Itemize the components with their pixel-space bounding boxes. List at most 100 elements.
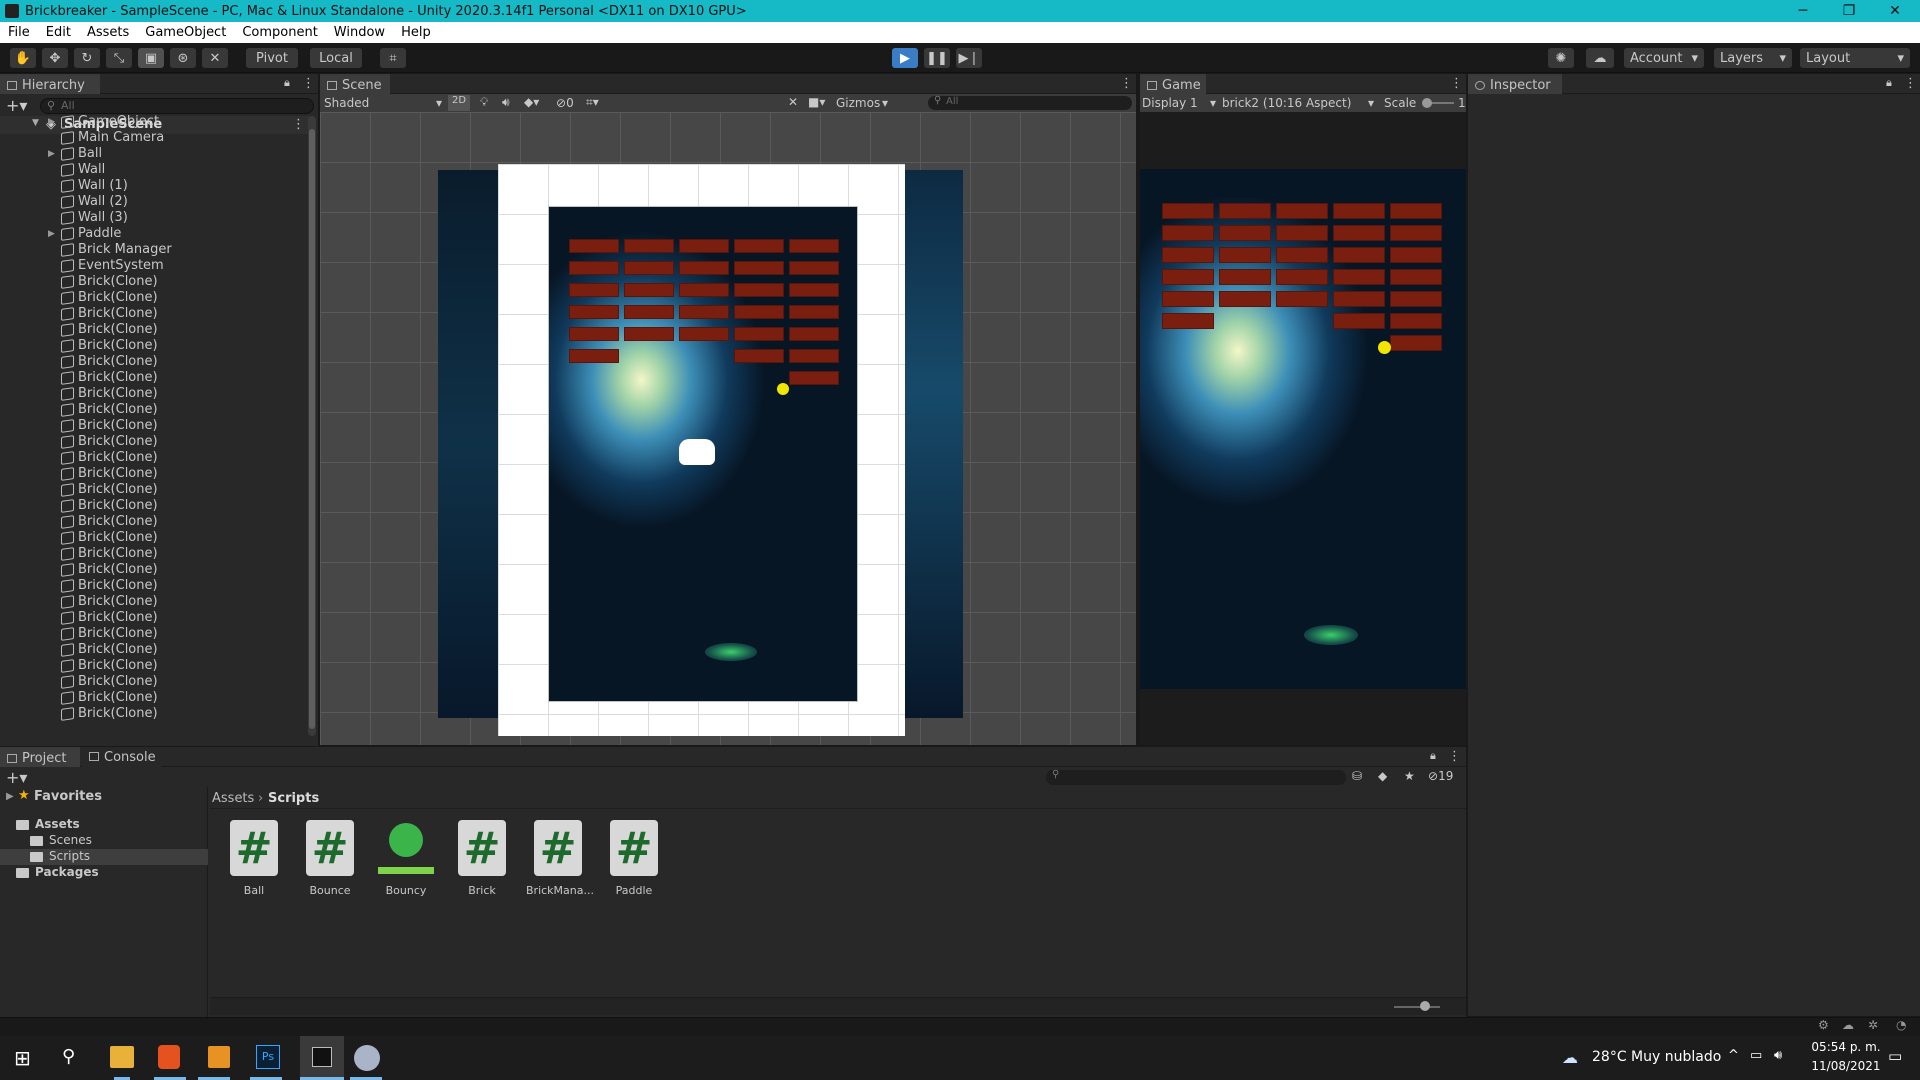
create-asset-button[interactable]: +▾: [6, 768, 27, 787]
more-options-icon[interactable]: ⋮: [302, 76, 315, 91]
pivot-toggle[interactable]: Pivot: [246, 48, 298, 68]
menu-component[interactable]: Component: [234, 25, 325, 40]
cloud-status-icon[interactable]: ☁: [1842, 1018, 1854, 1032]
hierarchy-item[interactable]: Brick(Clone): [0, 642, 310, 658]
hierarchy-item[interactable]: Brick(Clone): [0, 546, 310, 562]
more-options-icon[interactable]: ⋮: [1450, 76, 1463, 91]
hierarchy-item[interactable]: Wall: [0, 162, 310, 178]
local-toggle[interactable]: Local: [310, 48, 362, 68]
collab-status-icon[interactable]: ⚙: [1818, 1018, 1829, 1032]
maximize-button[interactable]: ❐: [1826, 0, 1872, 22]
hierarchy-item[interactable]: Wall (2): [0, 194, 310, 210]
pause-button[interactable]: ❚❚: [924, 48, 950, 68]
hierarchy-item[interactable]: Brick(Clone): [0, 706, 310, 722]
hierarchy-item[interactable]: ▶ Ball: [0, 146, 310, 162]
camera-icon[interactable]: ■▾: [808, 95, 825, 109]
hierarchy-item[interactable]: Brick(Clone): [0, 690, 310, 706]
hidden-objects-icon[interactable]: ⊘0: [556, 96, 574, 110]
display-dropdown[interactable]: Display 1 ▾: [1142, 96, 1216, 110]
audio-icon[interactable]: 🔊︎: [502, 95, 510, 110]
tab-scene[interactable]: Scene: [320, 74, 390, 94]
brave-browser-icon[interactable]: [158, 1045, 180, 1069]
hierarchy-item[interactable]: Wall (1): [0, 178, 310, 194]
menu-gameobject[interactable]: GameObject: [137, 25, 234, 40]
scene-search-input[interactable]: ⚲ All: [928, 95, 1132, 110]
weather-cloud-icon[interactable]: ☁: [1562, 1048, 1578, 1067]
hierarchy-item[interactable]: Brick(Clone): [0, 434, 310, 450]
move-tool-icon[interactable]: ✥: [42, 48, 68, 68]
hidden-packages-toggle[interactable]: ⊘19: [1428, 769, 1453, 783]
hierarchy-item[interactable]: Brick(Clone): [0, 354, 310, 370]
scene-paddle-ufo[interactable]: [705, 643, 757, 661]
project-search-input[interactable]: ⚲: [1046, 769, 1346, 785]
notifications-icon[interactable]: ▭: [1888, 1047, 1902, 1065]
expand-arrow-icon[interactable]: ▶: [48, 146, 55, 162]
hierarchy-item[interactable]: Brick(Clone): [0, 274, 310, 290]
lighting-icon[interactable]: 💡︎: [480, 95, 488, 110]
minimize-button[interactable]: ─: [1780, 0, 1826, 22]
hierarchy-item[interactable]: Brick(Clone): [0, 386, 310, 402]
transform-tool-icon[interactable]: ⊛: [170, 48, 196, 68]
hierarchy-item[interactable]: Brick Manager: [0, 242, 310, 258]
menu-edit[interactable]: Edit: [38, 25, 79, 40]
asset-item[interactable]: # Paddle: [602, 820, 666, 897]
menu-window[interactable]: Window: [326, 25, 393, 40]
tab-inspector[interactable]: Inspector: [1468, 74, 1562, 94]
file-explorer-icon[interactable]: [110, 1046, 134, 1068]
project-folder-item[interactable]: Packages: [16, 865, 206, 881]
hierarchy-item[interactable]: Brick(Clone): [0, 306, 310, 322]
unity-taskbar-button[interactable]: [300, 1036, 344, 1080]
game-render[interactable]: [1140, 169, 1466, 689]
icon-size-slider-handle[interactable]: [1420, 1001, 1430, 1011]
gizmos-dropdown[interactable]: Gizmos ▾: [836, 96, 888, 110]
bug-status-icon[interactable]: ✲: [1868, 1018, 1878, 1032]
hierarchy-item[interactable]: Brick(Clone): [0, 562, 310, 578]
more-options-icon[interactable]: ⋮: [1904, 76, 1917, 91]
icon-size-slider[interactable]: [1394, 1006, 1440, 1008]
hierarchy-item[interactable]: ▶ Paddle: [0, 226, 310, 242]
add-object-button[interactable]: +▾: [6, 96, 34, 115]
close-button[interactable]: ✕: [1872, 0, 1918, 22]
hierarchy-item[interactable]: Brick(Clone): [0, 290, 310, 306]
clock-date[interactable]: 11/08/2021: [1806, 1059, 1886, 1073]
layers-dropdown[interactable]: Layers ▾: [1714, 48, 1792, 68]
hierarchy-item[interactable]: Brick(Clone): [0, 658, 310, 674]
play-button[interactable]: ▶: [892, 48, 918, 68]
tools-icon[interactable]: ✕: [788, 95, 798, 109]
hierarchy-item[interactable]: Brick(Clone): [0, 322, 310, 338]
step-button[interactable]: ▶❘: [956, 48, 982, 68]
game-area-sprite[interactable]: [548, 206, 858, 702]
asset-item[interactable]: # Ball: [222, 820, 286, 897]
weather-text[interactable]: 28°C Muy nublado: [1592, 1049, 1721, 1065]
scale-tool-icon[interactable]: ⤡: [106, 48, 132, 68]
menu-help[interactable]: Help: [393, 25, 439, 40]
favorite-star-icon[interactable]: ★: [1404, 769, 1415, 783]
breadcrumb-assets[interactable]: Assets: [212, 791, 254, 806]
hand-tool-icon[interactable]: ✋: [10, 48, 36, 68]
effects-icon[interactable]: ◆▾: [524, 95, 539, 109]
more-options-icon[interactable]: ⋮: [1120, 76, 1133, 91]
grid-toggle-icon[interactable]: ⌗▾: [586, 95, 599, 110]
hierarchy-item[interactable]: Brick(Clone): [0, 594, 310, 610]
rect-tool-icon[interactable]: ▣: [138, 48, 164, 68]
hierarchy-item[interactable]: Brick(Clone): [0, 338, 310, 354]
more-options-icon[interactable]: ⋮: [1448, 749, 1461, 764]
hierarchy-item[interactable]: Brick(Clone): [0, 450, 310, 466]
hierarchy-item[interactable]: Main Camera: [0, 130, 310, 146]
hierarchy-search-input[interactable]: ⚲ All: [40, 98, 314, 114]
scene-ball[interactable]: [777, 383, 789, 395]
project-folder-item[interactable]: Assets: [16, 817, 206, 833]
lock-icon[interactable]: 🔒︎: [1430, 749, 1436, 763]
tab-console[interactable]: Console: [82, 747, 162, 767]
lock-icon[interactable]: 🔒︎: [1886, 76, 1892, 90]
shading-dropdown[interactable]: Shaded ▾: [324, 96, 442, 110]
cloud-icon[interactable]: ☁: [1586, 48, 1614, 68]
scene-viewport[interactable]: [320, 112, 1136, 745]
search-icon[interactable]: ⚲: [62, 1046, 75, 1067]
hierarchy-item[interactable]: Brick(Clone): [0, 418, 310, 434]
menu-file[interactable]: File: [0, 25, 38, 40]
clock-time[interactable]: 05:54 p. m.: [1806, 1040, 1886, 1054]
menu-assets[interactable]: Assets: [79, 25, 137, 40]
2d-toggle[interactable]: 2D: [448, 95, 470, 111]
hierarchy-item[interactable]: Brick(Clone): [0, 578, 310, 594]
